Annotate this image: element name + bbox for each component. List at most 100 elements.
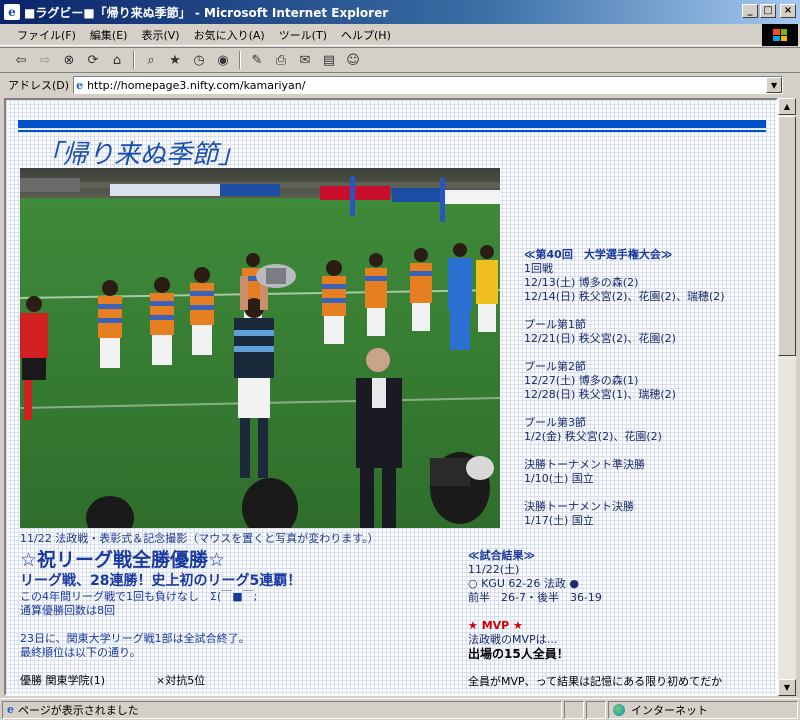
sub-headline: リーグ戦、28連勝！史上初のリーグ5連覇！ xyxy=(20,573,302,589)
windows-logo-icon xyxy=(762,24,798,46)
address-url: http://homepage3.nifty.com/kamariyan/ xyxy=(87,78,306,92)
favorites-icon[interactable]: ★ xyxy=(164,50,186,70)
schedule-panel: ≪第40回 大学選手権大会≫ 1回戦 12/13(土) 博多の森(2) 12/1… xyxy=(524,248,774,528)
schedule-line: 1/17(土) 国立 xyxy=(524,514,594,527)
edit-icon[interactable]: ✎ xyxy=(246,50,268,70)
schedule-line: 決勝トーナメント決勝 xyxy=(524,500,634,513)
header-rule-thin xyxy=(18,130,766,132)
discuss-icon[interactable]: ▤ xyxy=(318,50,340,70)
body-line: 通算優勝回数は8回 xyxy=(20,604,115,617)
zone-label: インターネット xyxy=(631,703,708,717)
scroll-up-icon[interactable]: ▲ xyxy=(778,98,796,115)
result-date: 11/22(土) xyxy=(468,563,520,576)
result-panel: ≪試合結果≫ 11/22(土) ○ KGU 62-26 法政 ● 前半 26-7… xyxy=(468,549,768,689)
photo-caption: 11/22 法政戦・表彰式＆記念撮影（マウスを置くと写真が変わります。） xyxy=(20,532,379,545)
close-button[interactable]: × xyxy=(780,4,796,18)
status-cell xyxy=(564,700,584,719)
address-input[interactable]: e http://homepage3.nifty.com/kamariyan/ … xyxy=(73,76,784,94)
schedule-line: 12/28(日) 秩父宮(1)、瑞穂(2) xyxy=(524,388,676,401)
schedule-line: プール第1節 xyxy=(524,318,586,331)
schedule-line: 1/2(金) 秩父宮(2)、花園(2) xyxy=(524,430,662,443)
vertical-scrollbar[interactable]: ▲ ▼ xyxy=(778,98,796,696)
schedule-line: 12/21(日) 秩父宮(2)、花園(2) xyxy=(524,332,676,345)
menu-file[interactable]: ファイル(F) xyxy=(10,27,83,43)
result-heading: ≪試合結果≫ xyxy=(468,549,536,562)
result-score: ○ KGU 62-26 法政 ● xyxy=(468,577,579,590)
print-icon[interactable]: ⎙ xyxy=(270,50,292,70)
window-title: ■ラグビー■「帰り来ぬ季節」 - Microsoft Internet Expl… xyxy=(24,5,389,20)
schedule-line: 1回戦 xyxy=(524,262,553,275)
body-line: この4年間リーグ戦で1回も負けなし Σ(￣■￣; xyxy=(20,590,258,603)
body-line: 23日に、関東大学リーグ戦1部は全試合終了。 xyxy=(20,632,250,645)
stop-icon[interactable]: ⊗ xyxy=(58,50,80,70)
mvp-heading: ★ MVP ★ xyxy=(468,619,523,632)
scroll-thumb[interactable] xyxy=(778,116,796,356)
search-icon[interactable]: ⌕ xyxy=(140,50,162,70)
menu-help[interactable]: ヘルプ(H) xyxy=(334,27,398,43)
status-text: e ページが表示されました xyxy=(2,700,562,719)
status-cell xyxy=(586,700,606,719)
mvp-line: 全員がMVP、って結果は記憶にある限り初めてだか xyxy=(468,675,723,688)
menu-tools[interactable]: ツール(T) xyxy=(272,27,334,43)
toolbar-separator xyxy=(239,51,241,69)
title-bar: e ■ラグビー■「帰り来ぬ季節」 - Microsoft Internet Ex… xyxy=(0,0,800,24)
schedule-line: 12/13(土) 博多の森(2) xyxy=(524,276,639,289)
schedule-line: 12/14(日) 秩父宮(2)、花園(2)、瑞穂(2) xyxy=(524,290,725,303)
mail-icon[interactable]: ✉ xyxy=(294,50,316,70)
standings-row: 優勝 関東学院(1) ×対抗5位 xyxy=(20,674,460,688)
schedule-heading: ≪第40回 大学選手権大会≫ xyxy=(524,248,673,261)
security-zone: インターネット xyxy=(608,700,798,719)
menu-edit[interactable]: 編集(E) xyxy=(83,27,135,43)
toolbar: ⇦ ⇨ ⊗ ⟳ ⌂ ⌕ ★ ◷ ◉ ✎ ⎙ ✉ ▤ ☺ xyxy=(0,47,800,73)
standings-right: ×対抗5位 xyxy=(156,674,206,687)
status-bar: e ページが表示されました インターネット xyxy=(0,698,800,720)
page-done-icon: e xyxy=(7,703,14,716)
body-line: 最終順位は以下の通り。 xyxy=(20,646,141,659)
header-rule xyxy=(18,120,766,128)
mvp-line: 法政戦のMVPは… xyxy=(468,633,558,646)
maximize-button[interactable]: □ xyxy=(760,4,776,18)
ceremony-photo[interactable] xyxy=(20,168,500,528)
refresh-icon[interactable]: ⟳ xyxy=(82,50,104,70)
page-icon: e xyxy=(76,78,84,92)
page-title: 「帰り来ぬ季節」 xyxy=(36,140,245,170)
back-icon[interactable]: ⇦ xyxy=(10,50,32,70)
schedule-line: 1/10(土) 国立 xyxy=(524,472,594,485)
history-icon[interactable]: ◷ xyxy=(188,50,210,70)
schedule-line: 決勝トーナメント準決勝 xyxy=(524,458,645,471)
standings-left: 優勝 関東学院(1) xyxy=(20,674,106,687)
league-news: ☆祝リーグ戦全勝優勝☆ リーグ戦、28連勝！史上初のリーグ5連覇！ この4年間リ… xyxy=(20,548,460,688)
forward-icon[interactable]: ⇨ xyxy=(34,50,56,70)
ie-logo-icon: e xyxy=(4,4,20,20)
media-icon[interactable]: ◉ xyxy=(212,50,234,70)
scroll-down-icon[interactable]: ▼ xyxy=(778,679,796,696)
menu-favorites[interactable]: お気に入り(A) xyxy=(187,27,272,43)
page-viewport: 「帰り来ぬ季節」 11/22 法政戦・表彰式＆記念撮影（マウスを置くと写真が変わ… xyxy=(4,98,778,696)
home-icon[interactable]: ⌂ xyxy=(106,50,128,70)
globe-icon xyxy=(613,703,625,716)
address-label: アドレス(D) xyxy=(8,79,70,92)
menu-bar: ファイル(F) 編集(E) 表示(V) お気に入り(A) ツール(T) ヘルプ(… xyxy=(0,24,800,46)
mvp-highlight: 出場の15人全員！ xyxy=(468,647,569,661)
schedule-line: 12/27(土) 博多の森(1) xyxy=(524,374,639,387)
chevron-down-icon[interactable]: ▼ xyxy=(766,77,783,93)
schedule-line: プール第2節 xyxy=(524,360,586,373)
status-message: ページが表示されました xyxy=(18,703,139,717)
toolbar-separator xyxy=(133,51,135,69)
main-headline: ☆祝リーグ戦全勝優勝☆ xyxy=(20,549,226,571)
result-halves: 前半 26-7・後半 36-19 xyxy=(468,591,602,604)
address-bar: アドレス(D) e http://homepage3.nifty.com/kam… xyxy=(0,74,800,96)
schedule-line: プール第3節 xyxy=(524,416,586,429)
minimize-button[interactable]: _ xyxy=(742,4,758,18)
messenger-icon[interactable]: ☺ xyxy=(342,50,364,70)
menu-view[interactable]: 表示(V) xyxy=(134,27,186,43)
